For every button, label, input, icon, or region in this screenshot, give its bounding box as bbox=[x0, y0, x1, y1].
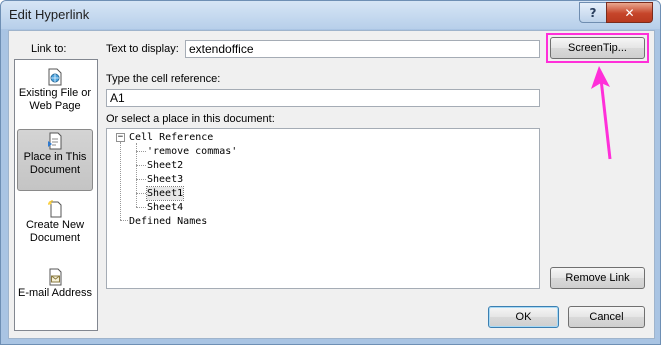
nav-place-line1: Place in This bbox=[23, 151, 87, 163]
title-bar[interactable]: Edit Hyperlink ? ✕ bbox=[1, 1, 660, 29]
globe-file-icon bbox=[48, 68, 62, 86]
edit-hyperlink-dialog: Edit Hyperlink ? ✕ Link to: Existing Fil… bbox=[0, 0, 661, 345]
tree-connector bbox=[136, 193, 146, 194]
tree-connector-defined bbox=[120, 220, 128, 221]
document-place-icon bbox=[48, 132, 62, 150]
tree-node-remove-commas[interactable]: 'remove commas' bbox=[147, 145, 237, 158]
nav-email-line1: E-mail Address bbox=[18, 287, 92, 299]
nav-create-line2: Document bbox=[29, 232, 81, 244]
cell-reference-label: Type the cell reference: bbox=[106, 73, 221, 85]
close-icon: ✕ bbox=[624, 5, 635, 20]
tree-node-sheet3[interactable]: Sheet3 bbox=[147, 173, 183, 186]
collapse-toggle-icon[interactable]: − bbox=[116, 133, 125, 142]
dialog-body: Link to: Existing File or Web Page Place… bbox=[8, 30, 655, 339]
nav-existing-file[interactable]: Existing File or Web Page bbox=[17, 66, 93, 128]
tree-connector-root bbox=[120, 142, 121, 220]
tree-connector bbox=[136, 151, 146, 152]
place-tree[interactable]: − Cell Reference 'remove commas' Sheet2 … bbox=[106, 128, 540, 289]
email-icon bbox=[49, 268, 62, 286]
remove-link-button[interactable]: Remove Link bbox=[550, 267, 645, 289]
dialog-title: Edit Hyperlink bbox=[9, 7, 90, 22]
nav-create-line1: Create New bbox=[25, 219, 85, 231]
highlight-annotation bbox=[546, 33, 649, 63]
cell-reference-input[interactable]: A1 bbox=[106, 89, 540, 107]
nav-place-line2: Document bbox=[29, 164, 81, 176]
tree-node-cell-reference[interactable]: Cell Reference bbox=[129, 131, 213, 144]
tree-connector-children bbox=[136, 143, 137, 207]
new-document-icon bbox=[48, 200, 62, 218]
tree-connector bbox=[136, 179, 146, 180]
tree-node-sheet2[interactable]: Sheet2 bbox=[147, 159, 183, 172]
annotation-arrow-icon bbox=[591, 66, 612, 160]
cancel-button[interactable]: Cancel bbox=[568, 306, 645, 328]
nav-existing-file-line1: Existing File or bbox=[18, 87, 92, 99]
place-tree-label: Or select a place in this document: bbox=[106, 113, 275, 125]
nav-email-address[interactable]: E-mail Address bbox=[17, 266, 93, 328]
tree-connector bbox=[136, 207, 146, 208]
help-button[interactable]: ? bbox=[579, 2, 607, 23]
help-icon: ? bbox=[589, 5, 597, 20]
text-to-display-input[interactable]: extendoffice bbox=[185, 40, 540, 58]
close-button[interactable]: ✕ bbox=[606, 2, 653, 23]
nav-existing-file-line2: Web Page bbox=[29, 100, 81, 112]
tree-node-sheet4[interactable]: Sheet4 bbox=[147, 201, 183, 214]
ok-button[interactable]: OK bbox=[488, 306, 559, 328]
link-to-label: Link to: bbox=[31, 43, 67, 55]
nav-place-in-document[interactable]: Place in This Document bbox=[17, 129, 93, 191]
link-to-panel: Existing File or Web Page Place in This … bbox=[14, 59, 98, 331]
tree-node-defined-names[interactable]: Defined Names bbox=[129, 215, 207, 228]
tree-connector bbox=[136, 165, 146, 166]
text-to-display-label: Text to display: bbox=[106, 43, 179, 55]
tree-node-sheet1[interactable]: Sheet1 bbox=[145, 186, 185, 201]
nav-create-new-document[interactable]: Create New Document bbox=[17, 198, 93, 260]
